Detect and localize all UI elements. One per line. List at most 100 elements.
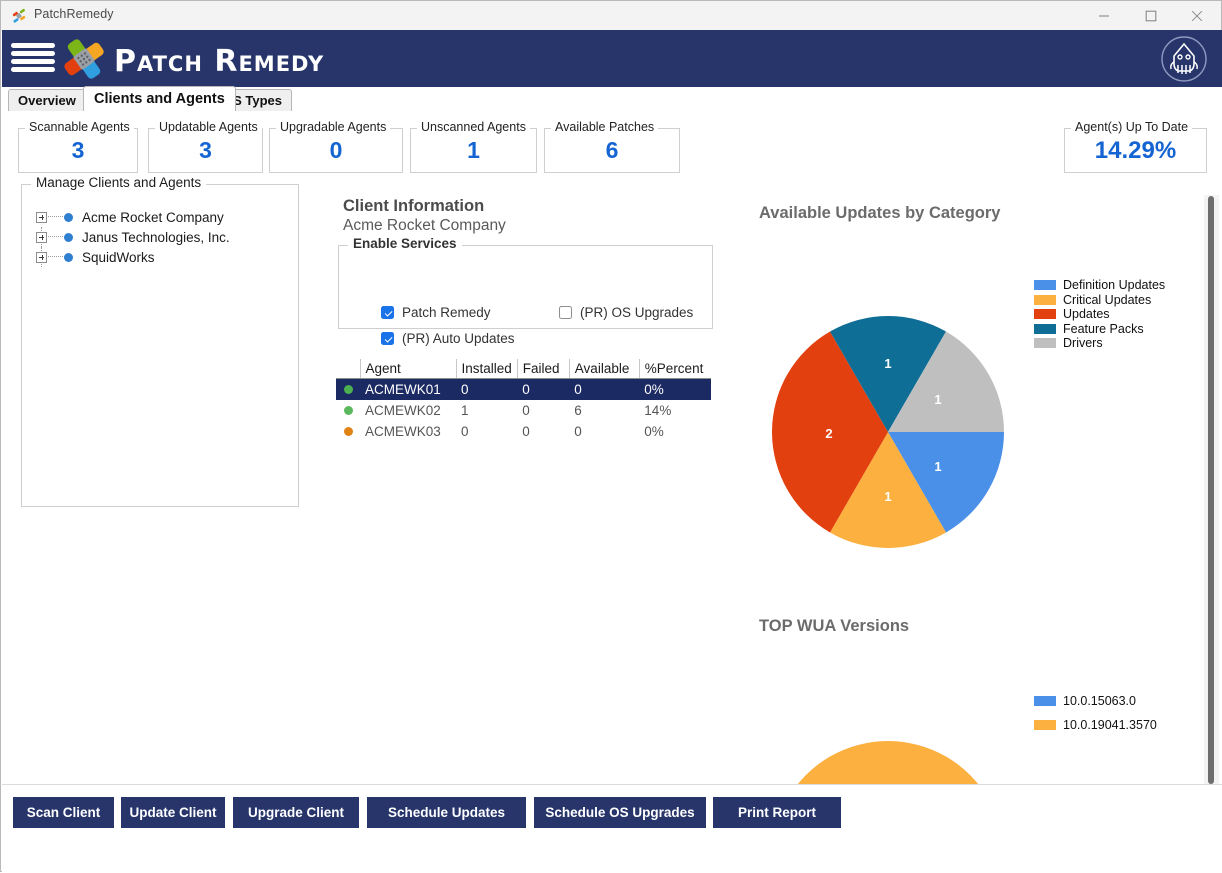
checkbox-patch-remedy[interactable]: Patch Remedy (381, 305, 491, 320)
legend-item[interactable]: Definition Updates (1034, 278, 1165, 293)
cell-agent: ACMEWK02 (365, 402, 441, 418)
stat-value: 1 (467, 137, 480, 163)
update-client-button[interactable]: Update Client (121, 797, 225, 828)
scan-client-button[interactable]: Scan Client (13, 797, 114, 828)
cell-installed: 0 (461, 423, 469, 439)
table-row[interactable]: ACMEWK01 0 0 0 0% (336, 378, 712, 400)
legend-item[interactable]: Drivers (1034, 336, 1165, 351)
cell-installed: 0 (456, 378, 518, 400)
cell-available: 0 (569, 378, 640, 400)
legend-label: Updates (1063, 307, 1110, 322)
legend-swatch-icon (1034, 294, 1056, 305)
print-report-button[interactable]: Print Report (713, 797, 841, 828)
column-percent[interactable]: %Percent (639, 359, 712, 379)
legend-swatch-icon (1034, 323, 1056, 334)
checkbox-label: (PR) Auto Updates (402, 331, 515, 346)
stat-caption: Updatable Agents (155, 120, 262, 134)
chart-title-top-wua-versions: TOP WUA Versions (759, 617, 910, 635)
stat-value: 3 (71, 137, 85, 163)
stat-value: 0 (329, 137, 343, 163)
stat-card-unscanned-agents: Unscanned Agents 1 (410, 120, 537, 173)
stat-value: 6 (605, 137, 619, 163)
legend-swatch-icon (1034, 309, 1056, 320)
column-agent[interactable]: Agent (360, 359, 457, 379)
client-status-dot-icon (64, 252, 73, 262)
tree-connector (48, 236, 63, 238)
maximize-button[interactable] (1128, 1, 1174, 30)
vertical-scrollbar[interactable] (1204, 195, 1219, 784)
column-installed[interactable]: Installed (456, 359, 518, 379)
tree-item-squidworks[interactable]: SquidWorks (36, 247, 230, 267)
brand-title: Patch Remedy (114, 44, 325, 79)
legend-item[interactable]: Feature Packs (1034, 322, 1165, 337)
checkbox-pr-os-upgrades[interactable]: (PR) OS Upgrades (559, 305, 693, 320)
table-row[interactable]: ACMEWK03 0 0 0 0% (336, 421, 711, 442)
tree-item-janus-technologies-inc[interactable]: Janus Technologies, Inc. (36, 227, 230, 267)
checkbox-label: Patch Remedy (402, 305, 491, 320)
tree-item-acme-rocket-company[interactable]: Acme Rocket Company (36, 207, 230, 247)
column-failed[interactable]: Failed (517, 359, 570, 379)
checkbox-label: (PR) OS Upgrades (580, 305, 694, 320)
cell-failed: 0 (517, 378, 570, 400)
pie-label-feature-packs: 1 (884, 356, 891, 371)
stat-card-updatable-agents: Updatable Agents 3 (148, 120, 263, 173)
stat-caption: Agent(s) Up To Date (1071, 120, 1193, 134)
legend-item[interactable]: 10.0.15063.0 (1034, 689, 1157, 713)
stat-card-scannable-agents: Scannable Agents 3 (18, 120, 138, 173)
checkbox-input[interactable] (381, 306, 394, 319)
plus-icon[interactable] (36, 231, 47, 243)
panel-label: Enable Services (348, 236, 462, 251)
agents-table[interactable]: Agent Installed Failed Available %Percen… (336, 359, 712, 442)
stat-caption: Available Patches (551, 120, 659, 134)
window-title-bar: PatchRemedy (1, 1, 1221, 31)
pie-slice-10-0-19041-3570 (797, 741, 979, 784)
schedule-updates-button[interactable]: Schedule Updates (367, 797, 526, 828)
cell-installed: 1 (461, 402, 469, 418)
cell-percent: 14% (644, 402, 672, 418)
legend-item[interactable]: Updates (1034, 307, 1165, 322)
patch-remedy-icon (11, 8, 27, 24)
checkbox-pr-auto-updates[interactable]: (PR) Auto Updates (381, 331, 515, 346)
client-status-dot-icon (64, 232, 73, 242)
table-header-row: Agent Installed Failed Available %Percen… (336, 359, 712, 379)
legend-item[interactable]: 10.0.19041.3570 (1034, 713, 1157, 737)
cell-percent: 0% (639, 378, 712, 400)
panel-label: Manage Clients and Agents (31, 175, 207, 190)
schedule-os-upgrades-button[interactable]: Schedule OS Upgrades (534, 797, 706, 828)
plus-icon[interactable] (36, 251, 47, 263)
pie-label-definition-updates: 1 (934, 459, 941, 474)
upgrade-client-button[interactable]: Upgrade Client (233, 797, 359, 828)
pie-chart-available-updates: 1 1 2 1 1 (772, 316, 1004, 548)
stat-caption: Scannable Agents (25, 120, 134, 134)
legend-label: Feature Packs (1063, 321, 1144, 336)
plus-icon[interactable] (36, 211, 47, 223)
stat-card-available-patches: Available Patches 6 (544, 120, 680, 173)
close-button[interactable] (1174, 1, 1220, 30)
chart-title-available-updates: Available Updates by Category (759, 204, 1001, 222)
tab-overview[interactable]: Overview (8, 89, 86, 111)
cell-failed: 0 (522, 423, 530, 439)
legend-item[interactable]: Critical Updates (1034, 293, 1165, 308)
stat-value: 3 (199, 137, 212, 163)
table-row[interactable]: ACMEWK02 1 0 6 14% (336, 400, 711, 421)
cell-available: 6 (574, 402, 582, 418)
cell-failed: 0 (522, 402, 530, 418)
tree-connector (48, 216, 63, 218)
checkbox-input[interactable] (559, 306, 572, 319)
client-information-title: Client Information (343, 197, 485, 215)
pie-label-updates: 2 (825, 426, 832, 441)
cell-agent: ACMEWK01 (360, 378, 456, 400)
manage-clients-and-agents-panel: Manage Clients and Agents Acme Rocket Co… (21, 175, 299, 507)
hamburger-menu-icon[interactable] (11, 42, 55, 76)
checkbox-input[interactable] (381, 332, 394, 345)
squid-logo-icon[interactable] (1160, 35, 1208, 83)
minimize-button[interactable] (1081, 1, 1127, 30)
stat-caption: Upgradable Agents (276, 120, 391, 134)
pie-chart-top-wua-versions (772, 741, 1004, 784)
legend-available-updates: Definition Updates Critical Updates Upda… (1034, 278, 1165, 351)
stat-value: 14.29% (1094, 137, 1177, 164)
tab-clients-and-agents[interactable]: Clients and Agents (83, 86, 236, 111)
column-available[interactable]: Available (569, 359, 640, 379)
row-status-dot-icon (336, 400, 360, 421)
scrollbar-thumb[interactable] (1208, 196, 1214, 784)
